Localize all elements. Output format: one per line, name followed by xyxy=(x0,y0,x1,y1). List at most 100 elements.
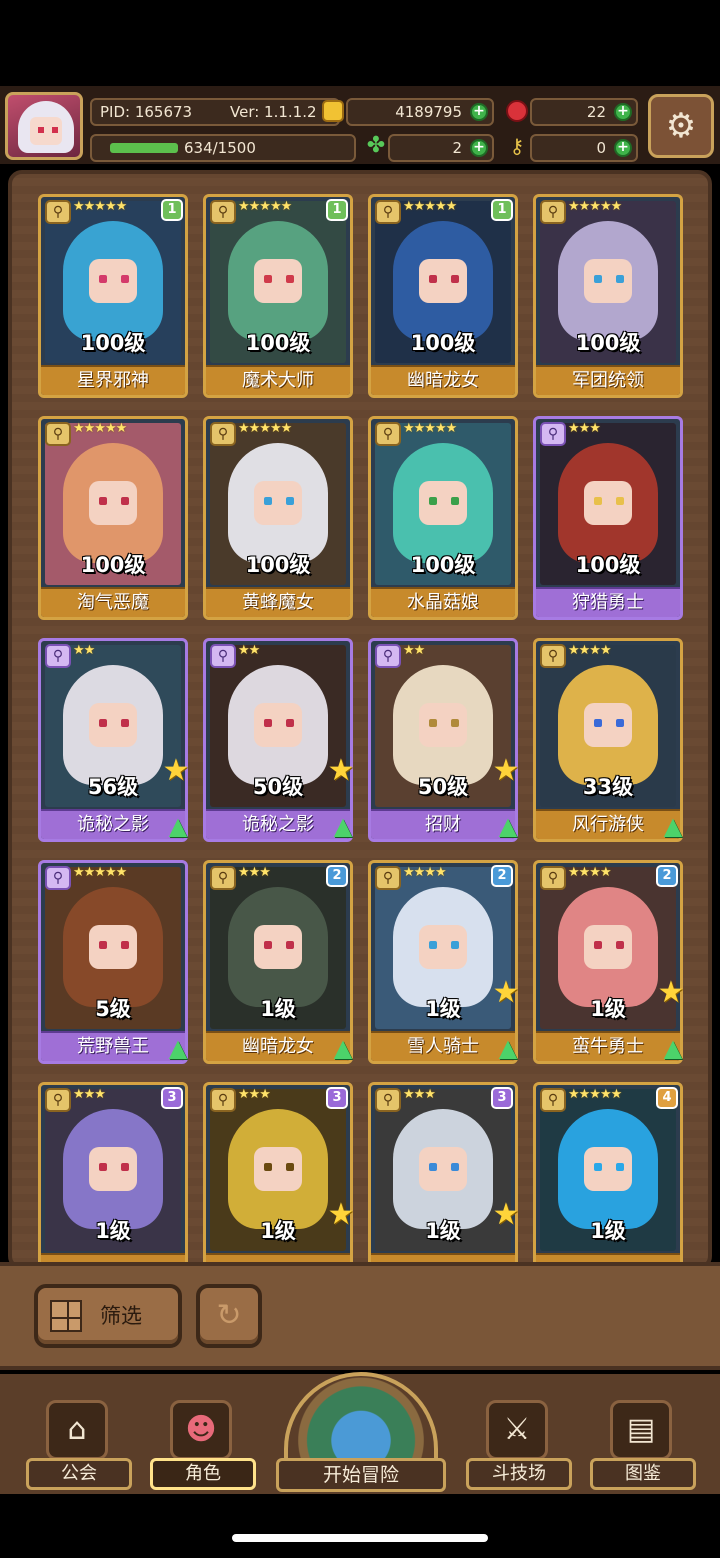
hero-level: 1级 xyxy=(590,1219,626,1243)
hero-eye xyxy=(616,497,624,505)
hero-name: 星界邪神 xyxy=(41,365,185,395)
nav-character[interactable]: ☻ 角色 xyxy=(150,1400,256,1492)
filter-label: 筛选 xyxy=(100,1304,142,1328)
nav-guild[interactable]: ⌂ 公会 xyxy=(26,1400,132,1492)
hero-card[interactable]: ⚲ ★★★★★ 1 100级 星界邪神 xyxy=(38,194,188,398)
gold-coin-icon xyxy=(322,100,344,122)
hero-card[interactable]: ⚲ ★★★ 100级 狩猎勇士 xyxy=(533,416,683,620)
hero-star-rating: ★★★ xyxy=(238,1087,271,1102)
hero-face xyxy=(89,481,137,525)
hero-star-rating: ★★★ xyxy=(403,1087,436,1102)
game-screen: PID: 165673 Ver: 1.1.1.2 4189795 + 22 + … xyxy=(0,0,720,1558)
gold-bar: 4189795 + xyxy=(346,98,494,126)
add-clover-button[interactable]: + xyxy=(470,139,488,157)
avatar-eye-right xyxy=(52,127,58,133)
hero-face xyxy=(419,481,467,525)
hero-level: 100级 xyxy=(410,553,476,577)
hero-card[interactable]: ⚲ ★★★★★ 1 100级 魔术大师 xyxy=(203,194,353,398)
nav-codex[interactable]: ▤ 图鉴 xyxy=(590,1400,696,1492)
hero-star-rating: ★★★ xyxy=(568,421,601,436)
nav-arena[interactable]: ⚔ 斗技场 xyxy=(466,1400,572,1492)
hero-name: 淘气恶魔 xyxy=(41,587,185,617)
hero-star-rating: ★★ xyxy=(403,643,425,658)
hero-class-icon: ⚲ xyxy=(375,422,401,446)
hero-class-icon: ⚲ xyxy=(540,200,566,224)
add-gold-button[interactable]: + xyxy=(470,103,488,121)
hero-eye xyxy=(594,941,602,949)
hero-card[interactable]: ⚲ ★★★ 3 1级 xyxy=(38,1082,188,1266)
hero-star-rating: ★★★★★ xyxy=(73,421,127,436)
hero-level: 1级 xyxy=(260,997,296,1021)
hero-star-rating: ★★★★★ xyxy=(73,865,127,880)
hero-class-icon: ⚲ xyxy=(540,644,566,668)
level-up-arrow-icon: ▲ xyxy=(333,1034,353,1062)
exp-progress-fill xyxy=(110,143,178,153)
hero-eye xyxy=(264,719,272,727)
hero-face xyxy=(419,1147,467,1191)
level-up-arrow-icon: ▲ xyxy=(663,812,683,840)
hero-class-icon: ⚲ xyxy=(45,1088,71,1112)
nav-arena-label: 斗技场 xyxy=(466,1458,572,1490)
hero-face xyxy=(584,925,632,969)
hero-level: 100级 xyxy=(80,331,146,355)
hero-eye xyxy=(99,1163,107,1171)
hero-eye xyxy=(594,1163,602,1171)
hero-card[interactable]: ⚲ ★★★★★ 4 1级 xyxy=(533,1082,683,1266)
hero-roster-panel[interactable]: ⚲ ★★★★★ 1 100级 星界邪神 ⚲ ★★★★★ 1 100级 魔术大师 ⚲ ★★★★★ 1 100… xyxy=(8,170,712,1270)
hero-eye xyxy=(286,497,294,505)
reset-sort-button[interactable]: ↻ xyxy=(196,1284,262,1348)
hero-star-rating: ★★★★★ xyxy=(73,199,127,214)
hero-eye xyxy=(594,275,602,283)
start-adventure-button[interactable]: 开始冒险 xyxy=(276,1372,446,1492)
hero-level: 33级 xyxy=(582,775,634,799)
player-id: PID: 165673 xyxy=(100,103,193,121)
game-version: Ver: 1.1.1.2 xyxy=(230,103,317,121)
hero-eye xyxy=(616,719,624,727)
hero-star-rating: ★★★ xyxy=(73,1087,106,1102)
nav-guild-label: 公会 xyxy=(26,1458,132,1490)
hero-name: 魔术大师 xyxy=(206,365,350,395)
player-avatar[interactable] xyxy=(5,92,83,160)
hero-class-icon: ⚲ xyxy=(45,866,71,890)
hero-card[interactable]: ⚲ ★★★★★ 100级 军团统领 xyxy=(533,194,683,398)
settings-button[interactable]: ⚙ xyxy=(648,94,714,158)
home-indicator[interactable] xyxy=(232,1534,488,1542)
hero-eye xyxy=(451,941,459,949)
hero-card[interactable]: ⚲ ★★★ 3 1级 xyxy=(368,1082,518,1266)
hero-level: 100级 xyxy=(245,553,311,577)
hero-face xyxy=(254,703,302,747)
hero-eye xyxy=(121,1163,129,1171)
hero-eye xyxy=(286,941,294,949)
hero-face xyxy=(254,1147,302,1191)
hero-tier-badge: 1 xyxy=(491,199,513,221)
hero-eye xyxy=(594,497,602,505)
hero-eye xyxy=(264,275,272,283)
hero-name: 军团统领 xyxy=(536,365,680,395)
hero-card[interactable]: ⚲ ★★★★★ 100级 淘气恶魔 xyxy=(38,416,188,620)
hero-eye xyxy=(99,941,107,949)
gem-bar: 22 + xyxy=(530,98,638,126)
hero-eye xyxy=(264,1163,272,1171)
add-gems-button[interactable]: + xyxy=(614,103,632,121)
hero-tier-badge: 2 xyxy=(326,865,348,887)
hero-eye xyxy=(121,275,129,283)
hero-class-icon: ⚲ xyxy=(540,1088,566,1112)
gear-icon: ⚙ xyxy=(665,106,697,146)
grid-icon xyxy=(50,1300,82,1332)
hero-tier-badge: 2 xyxy=(491,865,513,887)
hero-card[interactable]: ⚲ ★★★★★ 100级 黄蜂魔女 xyxy=(203,416,353,620)
nav-character-label: 角色 xyxy=(150,1458,256,1490)
hero-eye xyxy=(121,497,129,505)
hero-eye xyxy=(429,941,437,949)
hero-class-icon: ⚲ xyxy=(375,200,401,224)
hero-card[interactable]: ⚲ ★★★★★ 1 100级 幽暗龙女 xyxy=(368,194,518,398)
hero-star-rating: ★★★★ xyxy=(403,865,447,880)
hero-card[interactable]: ⚲ ★★★ 3 1级 xyxy=(203,1082,353,1266)
hero-tier-badge: 2 xyxy=(656,865,678,887)
hero-eye xyxy=(286,719,294,727)
add-keys-button[interactable]: + xyxy=(614,139,632,157)
filter-button[interactable]: 筛选 xyxy=(34,1284,182,1348)
hero-card[interactable]: ⚲ ★★★★★ 100级 水晶菇娘 xyxy=(368,416,518,620)
hero-level: 100级 xyxy=(575,331,641,355)
hero-class-icon: ⚲ xyxy=(210,422,236,446)
